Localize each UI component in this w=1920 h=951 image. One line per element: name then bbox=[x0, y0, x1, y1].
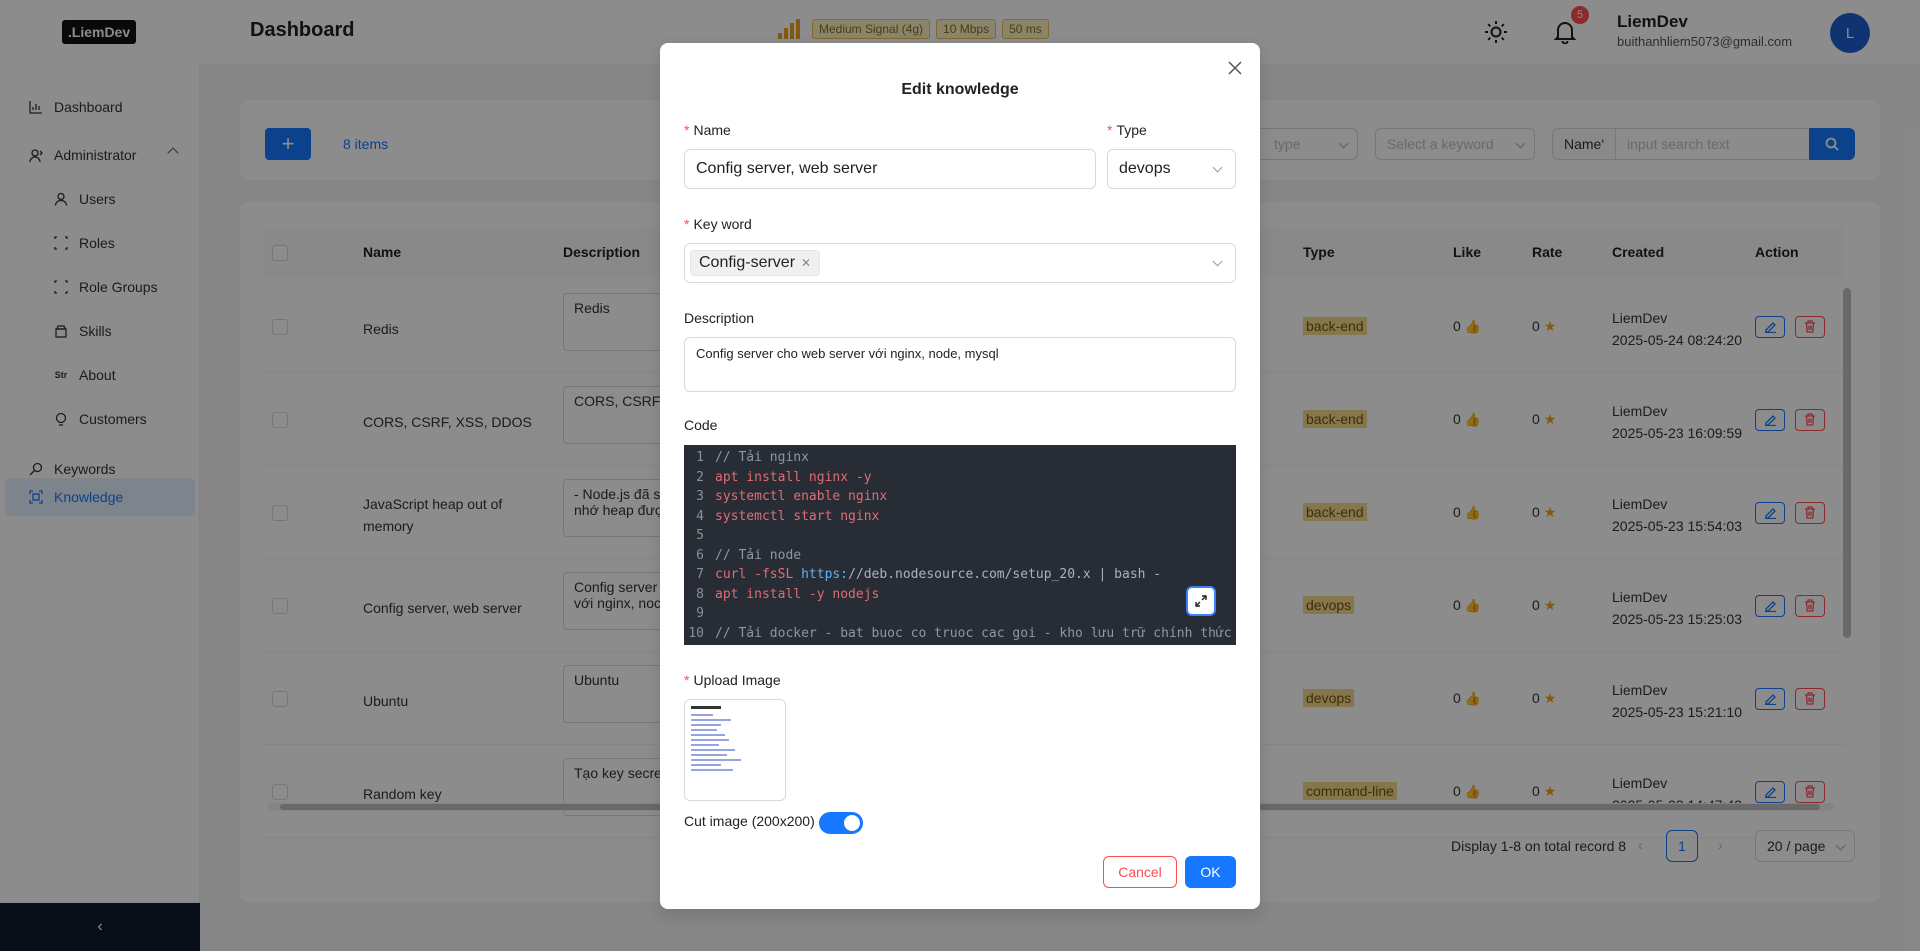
code-line: 1// Tải nginx bbox=[696, 450, 809, 465]
uploaded-image-thumbnail[interactable] bbox=[684, 699, 786, 801]
ok-button[interactable]: OK bbox=[1185, 856, 1236, 888]
code-line: 6// Tải node bbox=[696, 547, 802, 563]
cut-image-toggle[interactable] bbox=[819, 812, 863, 834]
code-line: 7 curl -fsSL https://deb.nodesource.com/s… bbox=[696, 567, 1162, 582]
chevron-down-icon bbox=[1212, 256, 1223, 267]
expand-editor-button[interactable] bbox=[1186, 586, 1216, 616]
code-label: Code bbox=[684, 417, 718, 433]
edit-knowledge-modal: Edit knowledge * Name Config server, web … bbox=[660, 43, 1260, 909]
toggle-knob bbox=[844, 815, 860, 831]
code-line: 5 bbox=[696, 528, 704, 543]
code-line: 8 apt install -y nodejs bbox=[696, 586, 880, 602]
keyword-chip-label: Config-server bbox=[699, 254, 796, 271]
code-line: 10// Tải docker - bat buoc co truoc cac … bbox=[688, 625, 1232, 641]
upload-label: * Upload Image bbox=[684, 672, 781, 688]
code-line: 2 apt install nginx -y bbox=[696, 469, 872, 485]
code-line: 3 systemctl enable nginx bbox=[696, 489, 888, 504]
cancel-button[interactable]: Cancel bbox=[1103, 856, 1177, 888]
type-value: devops bbox=[1119, 160, 1171, 177]
cut-image-label: Cut image (200x200) bbox=[684, 813, 815, 829]
name-label: * Name bbox=[684, 122, 731, 138]
close-icon[interactable] bbox=[1224, 57, 1246, 79]
type-label: * Type bbox=[1107, 122, 1147, 138]
keyword-label: * Key word bbox=[684, 216, 752, 232]
type-select[interactable]: devops bbox=[1107, 149, 1236, 189]
description-textarea[interactable]: Config server cho web server với nginx, … bbox=[684, 337, 1236, 392]
keyword-select[interactable]: Config-server ✕ bbox=[684, 243, 1236, 283]
code-line: 9 bbox=[696, 606, 704, 621]
code-editor[interactable]: 1// Tải nginx 2 apt install nginx -y 3 syste… bbox=[684, 445, 1236, 645]
description-label: Description bbox=[684, 310, 755, 326]
keyword-chip: Config-server ✕ bbox=[690, 250, 821, 276]
chevron-down-icon bbox=[1212, 162, 1223, 173]
expand-icon bbox=[1195, 595, 1207, 607]
name-input[interactable]: Config server, web server bbox=[684, 149, 1096, 189]
code-line: 4 systemctl start nginx bbox=[696, 508, 880, 524]
chip-close-icon[interactable]: ✕ bbox=[801, 256, 811, 270]
modal-title: Edit knowledge bbox=[901, 81, 1019, 98]
